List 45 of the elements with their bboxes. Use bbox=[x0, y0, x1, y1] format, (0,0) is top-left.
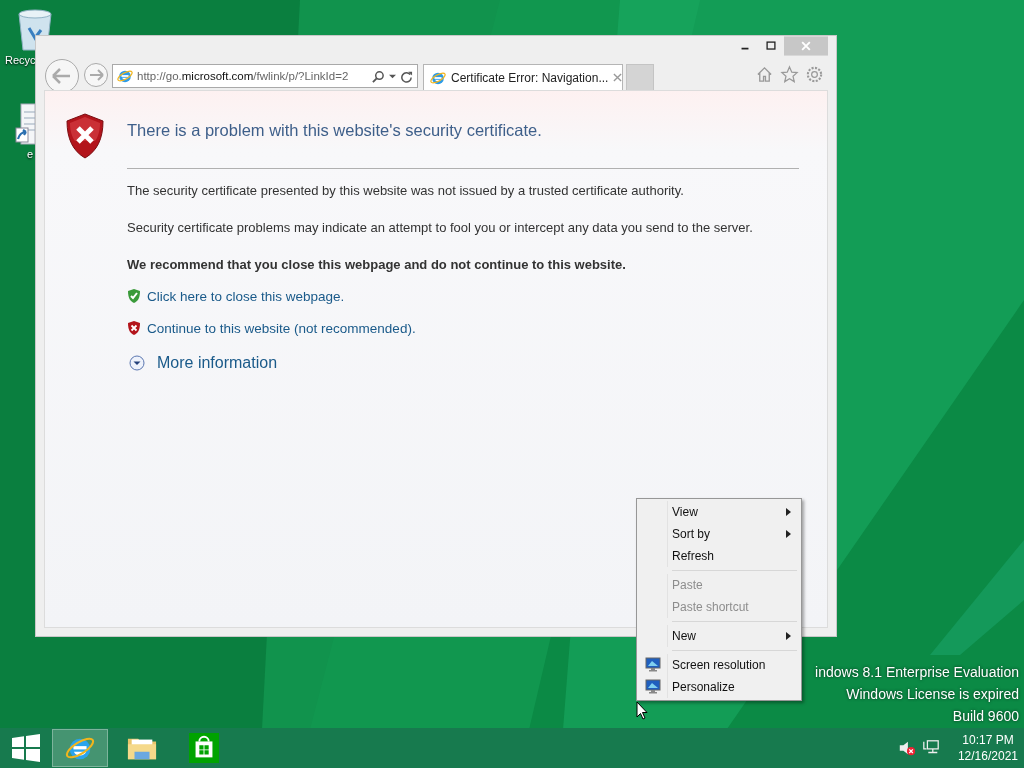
refresh-icon[interactable] bbox=[400, 69, 413, 83]
shield-cross-icon bbox=[127, 320, 141, 336]
address-bar[interactable]: http://go.microsoft.com/fwlink/p/?LinkId=2 bbox=[112, 64, 418, 88]
watermark-text: indows 8.1 Enterprise Evaluation bbox=[815, 663, 1019, 682]
menu-item[interactable]: Refresh bbox=[639, 545, 799, 567]
page-heading: There is a problem with this website's security certificate. bbox=[127, 120, 543, 140]
menu-item[interactable]: View bbox=[639, 501, 799, 523]
more-information-link[interactable]: More information bbox=[157, 354, 278, 372]
menu-item[interactable]: Personalize bbox=[639, 676, 799, 698]
shortcut-document-icon[interactable] bbox=[15, 102, 35, 146]
icon-label: Recyc bbox=[5, 54, 36, 66]
submenu-arrow-icon bbox=[786, 530, 791, 538]
url-text: http://go.microsoft.com/fwlink/p/?LinkId=2 bbox=[137, 70, 350, 82]
taskbar-button[interactable] bbox=[52, 729, 108, 767]
paragraph: The security certificate presented by this website was not issued by a trusted certificate authority. bbox=[127, 182, 685, 200]
browser-tab[interactable]: Certificate Error: Navigation... bbox=[423, 64, 623, 90]
expand-chevron-icon[interactable] bbox=[129, 355, 145, 371]
monitor-icon bbox=[645, 657, 661, 673]
monitor-icon bbox=[645, 679, 661, 695]
home-icon[interactable] bbox=[755, 65, 774, 84]
close-tab-icon[interactable] bbox=[613, 73, 623, 82]
store-icon bbox=[189, 733, 219, 763]
watermark-text: Build 9600 bbox=[952, 707, 1019, 726]
watermark-text: Windows License is expired bbox=[846, 685, 1019, 704]
link[interactable]: Click here to close this webpage. bbox=[147, 288, 345, 304]
link[interactable]: Continue to this website (not recommended). bbox=[147, 320, 416, 336]
mouse-pointer-icon bbox=[636, 701, 648, 720]
settings-icon[interactable] bbox=[805, 65, 824, 84]
submenu-arrow-icon bbox=[786, 508, 791, 516]
muted-speaker-icon[interactable] bbox=[897, 739, 916, 757]
paragraph: Security certificate problems may indicate an attempt to fool you or intercept any data you send to the server. bbox=[127, 219, 754, 237]
menu-item[interactable]: Sort by bbox=[639, 523, 799, 545]
recommendation-text: We recommend that you close this webpage and do not continue to this website. bbox=[127, 256, 627, 274]
shield-check-icon bbox=[127, 288, 141, 304]
icon-label: e bbox=[27, 148, 34, 160]
submenu-arrow-icon bbox=[786, 632, 791, 640]
start-button[interactable] bbox=[12, 734, 40, 762]
clock-date[interactable]: 12/16/2021 bbox=[957, 748, 1018, 764]
browser-icon bbox=[117, 68, 133, 84]
star-icon[interactable] bbox=[780, 65, 799, 84]
clock-time[interactable]: 10:17 PM bbox=[962, 732, 1014, 748]
menu-item[interactable]: New bbox=[639, 625, 799, 647]
search-icon[interactable] bbox=[372, 69, 385, 83]
error-shield-icon bbox=[65, 113, 105, 159]
menu-item[interactable]: Screen resolution bbox=[639, 654, 799, 676]
